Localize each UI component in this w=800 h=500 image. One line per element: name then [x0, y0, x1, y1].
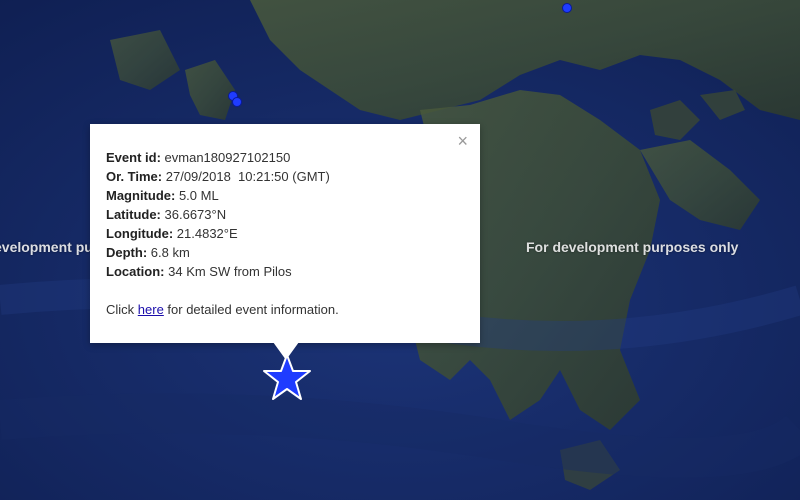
field-value: evman180927102150: [164, 150, 291, 165]
details-suffix: for detailed event information.: [163, 302, 339, 317]
field-value: 21.4832°E: [176, 226, 238, 241]
field-value: 27/09/2018 10:21:50 (GMT): [165, 169, 330, 184]
event-id-row: Event id: evman180927102150: [106, 148, 464, 167]
field-value: 36.6673°N: [164, 207, 227, 222]
map-view[interactable]: evelopment pu For development purposes o…: [0, 0, 800, 500]
field-label: Longitude:: [106, 226, 174, 241]
details-row: Click here for detailed event informatio…: [106, 300, 464, 319]
depth-row: Depth: 6.8 km: [106, 243, 464, 262]
latitude-row: Latitude: 36.6673°N: [106, 205, 464, 224]
origin-time-row: Or. Time: 27/09/2018 10:21:50 (GMT): [106, 167, 464, 186]
star-icon[interactable]: [262, 353, 312, 401]
close-icon[interactable]: ×: [457, 132, 468, 150]
watermark-right: For development purposes only: [526, 239, 739, 255]
longitude-row: Longitude: 21.4832°E: [106, 224, 464, 243]
field-value: 6.8 km: [150, 245, 190, 260]
field-value: 34 Km SW from Pilos: [168, 264, 292, 279]
magnitude-row: Magnitude: 5.0 ML: [106, 186, 464, 205]
details-link[interactable]: here: [138, 302, 164, 317]
watermark-left: evelopment pu: [0, 239, 93, 255]
field-label: Magnitude:: [106, 188, 176, 203]
field-label: Depth:: [106, 245, 148, 260]
event-info-popup: × Event id: evman180927102150 Or. Time: …: [90, 124, 480, 343]
field-label: Event id:: [106, 150, 161, 165]
earthquake-marker[interactable]: [562, 3, 572, 13]
field-label: Location:: [106, 264, 165, 279]
field-label: Latitude:: [106, 207, 161, 222]
details-prefix: Click: [106, 302, 138, 317]
earthquake-marker[interactable]: [232, 97, 242, 107]
field-label: Or. Time:: [106, 169, 163, 184]
location-row: Location: 34 Km SW from Pilos: [106, 262, 464, 281]
field-value: 5.0 ML: [178, 188, 219, 203]
